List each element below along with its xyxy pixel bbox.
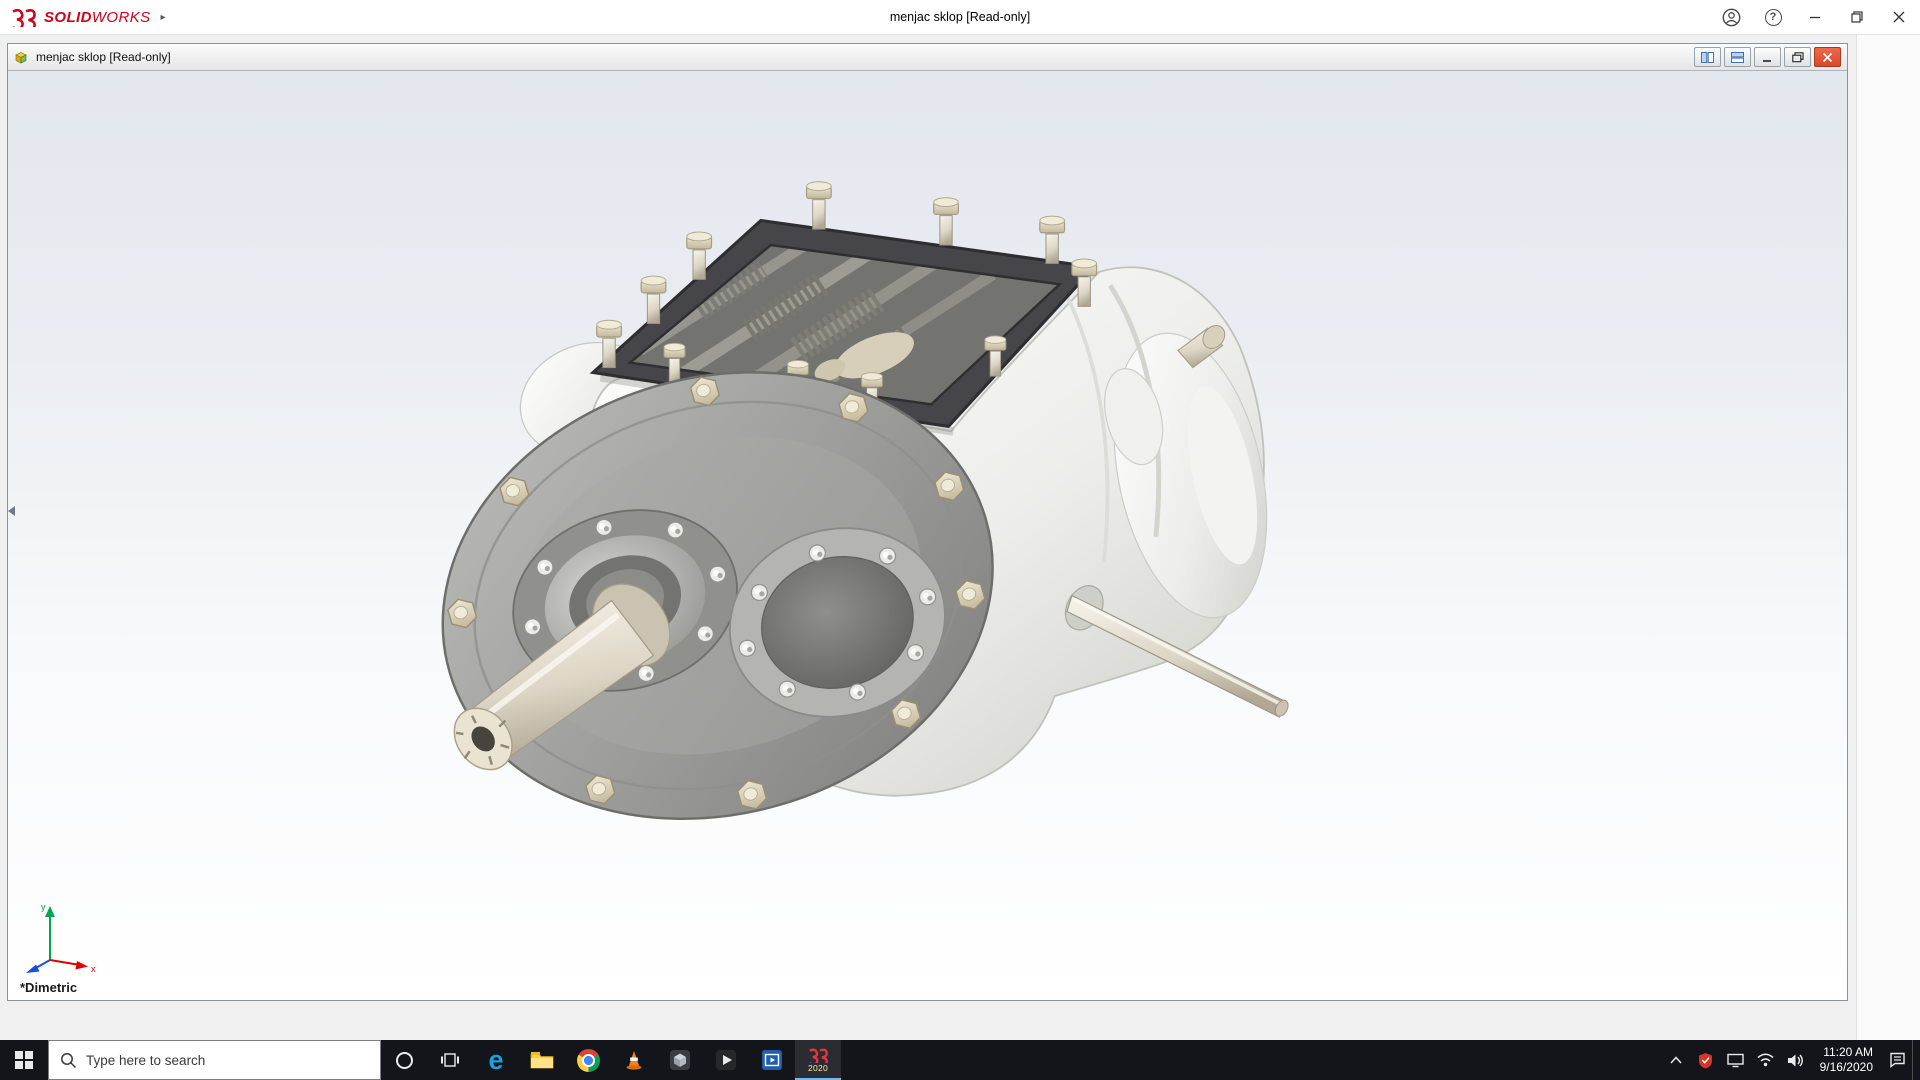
cortana-icon (395, 1051, 413, 1069)
orientation-triad[interactable]: y x (16, 898, 102, 976)
view-orientation-label: *Dimetric (20, 980, 78, 995)
tile-horizontal-icon (1701, 51, 1714, 63)
chrome-button[interactable] (565, 1040, 611, 1080)
cad-viewer-icon (670, 1050, 690, 1070)
file-explorer-button[interactable] (519, 1040, 565, 1080)
movies-app-button[interactable] (749, 1040, 795, 1080)
app-window-controls: ? (1710, 0, 1920, 34)
solidworks-app-icon: 2020 (806, 1048, 830, 1073)
chrome-icon (576, 1048, 600, 1072)
task-pane-collapsed[interactable] (1856, 35, 1920, 1040)
brand-text: SOLIDWORKS (44, 9, 151, 26)
document-title: menjac sklop [Read-only] (36, 50, 171, 64)
triad-x-label: x (91, 964, 96, 974)
task-view-icon (441, 1053, 459, 1067)
close-button[interactable] (1878, 0, 1920, 34)
vlc-icon (626, 1051, 642, 1070)
maximize-button[interactable] (1836, 0, 1878, 34)
app-titlebar: SOLIDWORKS ▸ menjac sklop [Read-only] ? (0, 0, 1920, 35)
action-center-icon (1889, 1052, 1905, 1068)
document-titlebar: menjac sklop [Read-only] (8, 44, 1847, 71)
clock-date: 9/16/2020 (1819, 1060, 1873, 1074)
help-icon: ? (1764, 8, 1782, 26)
doc-tile-horizontal-button[interactable] (1694, 47, 1721, 67)
solidworks-logo-icon (12, 8, 36, 27)
screen: SOLIDWORKS ▸ menjac sklop [Read-only] ? (0, 0, 1920, 1080)
show-desktop-button[interactable] (1912, 1040, 1920, 1080)
doc-close-icon (1822, 52, 1833, 62)
taskbar-spacer (841, 1040, 1661, 1080)
account-button[interactable] (1710, 0, 1752, 34)
tile-vertical-icon (1731, 51, 1744, 63)
brand-works: WORKS (91, 8, 151, 26)
display-icon (1727, 1053, 1744, 1067)
doc-restore-button[interactable] (1784, 47, 1811, 67)
search-icon (61, 1053, 77, 1069)
brand-solid: SOLID (44, 8, 92, 26)
task-view-button[interactable] (427, 1040, 473, 1080)
windows-logo-icon (15, 1051, 33, 1069)
cortana-button[interactable] (381, 1040, 427, 1080)
3d-model-gearbox[interactable] (8, 71, 1847, 1000)
assembly-doc-icon (15, 51, 27, 64)
taskbar-clock[interactable]: 11:20 AM 9/16/2020 (1811, 1040, 1882, 1080)
menu-flyout-arrow-icon[interactable]: ▸ (161, 12, 166, 23)
account-icon (1722, 8, 1740, 26)
document-window-controls (1694, 47, 1843, 67)
tray-volume-button[interactable] (1781, 1040, 1811, 1080)
shield-icon (1699, 1052, 1713, 1068)
search-input[interactable] (49, 1041, 380, 1079)
edge-icon: e (488, 1044, 504, 1075)
tray-display-button[interactable] (1721, 1040, 1751, 1080)
document-window: menjac sklop [Read-only] y x *Dimetric (7, 43, 1848, 1001)
graphics-viewport[interactable]: y x *Dimetric (8, 71, 1847, 1000)
vlc-button[interactable] (611, 1040, 657, 1080)
triad-y-label: y (41, 902, 46, 912)
clock-time: 11:20 AM (1823, 1045, 1873, 1059)
tray-network-button[interactable] (1751, 1040, 1781, 1080)
chevron-up-icon (1670, 1056, 1682, 1064)
volume-icon (1788, 1054, 1804, 1066)
solidworks-taskbar-button[interactable]: 2020 (795, 1040, 841, 1080)
solidworks-brand[interactable]: SOLIDWORKS (0, 8, 151, 27)
media-player-icon (716, 1050, 736, 1070)
solidworks-year-badge: 2020 (807, 1062, 829, 1073)
cad-viewer-button[interactable] (657, 1040, 703, 1080)
help-button[interactable]: ? (1752, 0, 1794, 34)
edge-button[interactable]: e (473, 1040, 519, 1080)
close-icon (1893, 11, 1905, 23)
file-explorer-icon (530, 1052, 554, 1069)
action-center-button[interactable] (1882, 1040, 1912, 1080)
doc-restore-icon (1791, 51, 1804, 62)
doc-close-button[interactable] (1814, 47, 1841, 67)
doc-minimize-icon (1762, 59, 1771, 62)
app-window-title: menjac sklop [Read-only] (889, 9, 1031, 24)
app-body: menjac sklop [Read-only] y x *Dimetric (0, 35, 1920, 1040)
movies-app-icon (762, 1050, 782, 1070)
wifi-icon (1757, 1053, 1774, 1067)
media-player-button[interactable] (703, 1040, 749, 1080)
minimize-icon (1810, 16, 1820, 19)
taskbar: e (0, 1040, 1920, 1080)
panel-collapse-arrow[interactable] (8, 498, 20, 524)
doc-minimize-button[interactable] (1754, 47, 1781, 67)
hidden-icons-chevron[interactable] (1661, 1040, 1691, 1080)
start-button[interactable] (0, 1040, 48, 1080)
doc-tile-vertical-button[interactable] (1724, 47, 1751, 67)
collapse-arrow-icon (8, 506, 15, 517)
taskbar-search[interactable] (48, 1040, 381, 1080)
help-glyph: ? (1769, 11, 1777, 23)
tray-security-button[interactable] (1691, 1040, 1721, 1080)
minimize-button[interactable] (1794, 0, 1836, 34)
restore-icon (1851, 11, 1863, 23)
